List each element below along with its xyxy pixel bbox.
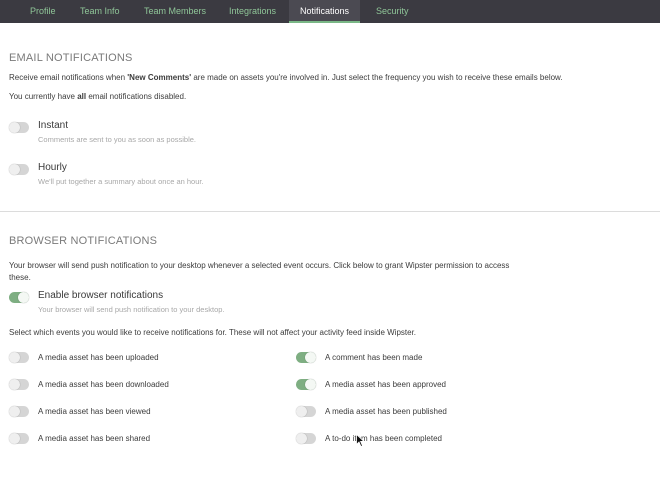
toggle-knob bbox=[9, 164, 20, 175]
instant-toggle[interactable] bbox=[9, 122, 29, 133]
email-notifications-description: Receive email notifications when 'New Co… bbox=[9, 73, 563, 82]
enable-browser-notifications-subtitle: Your browser will send push notification… bbox=[38, 305, 225, 314]
tab-team-info[interactable]: Team Info bbox=[80, 0, 120, 23]
event-viewed-label: A media asset has been viewed bbox=[38, 407, 151, 416]
event-published-label: A media asset has been published bbox=[325, 407, 447, 416]
event-uploaded-toggle[interactable] bbox=[9, 352, 29, 363]
toggle-knob bbox=[305, 352, 316, 363]
event-comment-label: A comment has been made bbox=[325, 353, 423, 362]
instant-option-title: Instant bbox=[38, 120, 69, 131]
event-published-toggle[interactable] bbox=[296, 406, 316, 417]
settings-tab-bar: Profile Team Info Team Members Integrati… bbox=[0, 0, 660, 23]
hourly-toggle[interactable] bbox=[9, 164, 29, 175]
email-status-bold: all bbox=[77, 92, 87, 101]
section-divider bbox=[0, 211, 660, 212]
event-todo-label: A to-do item has been completed bbox=[325, 434, 442, 443]
event-downloaded-toggle[interactable] bbox=[9, 379, 29, 390]
browser-desc-line2: these. bbox=[9, 273, 31, 282]
hourly-option-subtitle: We'll put together a summary about once … bbox=[38, 177, 204, 186]
toggle-knob bbox=[9, 406, 20, 417]
event-approved-label: A media asset has been approved bbox=[325, 380, 446, 389]
event-shared-toggle[interactable] bbox=[9, 433, 29, 444]
enable-browser-notifications-toggle[interactable] bbox=[9, 292, 29, 303]
instant-option-subtitle: Comments are sent to you as soon as poss… bbox=[38, 135, 196, 144]
toggle-knob bbox=[9, 122, 20, 133]
toggle-knob bbox=[9, 379, 20, 390]
event-comment-toggle[interactable] bbox=[296, 352, 316, 363]
event-uploaded-label: A media asset has been uploaded bbox=[38, 353, 159, 362]
event-shared-label: A media asset has been shared bbox=[38, 434, 151, 443]
tab-profile[interactable]: Profile bbox=[30, 0, 56, 23]
email-desc-bold: 'New Comments' bbox=[127, 73, 192, 82]
email-desc-after: are made on assets you're involved in. J… bbox=[191, 73, 563, 82]
event-todo-toggle[interactable] bbox=[296, 433, 316, 444]
tab-security[interactable]: Security bbox=[376, 0, 409, 23]
enable-browser-notifications-title: Enable browser notifications bbox=[38, 290, 164, 301]
hourly-option-title: Hourly bbox=[38, 162, 67, 173]
browser-desc-line1: Your browser will send push notification… bbox=[9, 261, 510, 270]
email-status-after: email notifications disabled. bbox=[86, 92, 187, 101]
event-downloaded-label: A media asset has been downloaded bbox=[38, 380, 169, 389]
email-notifications-status: You currently have all email notificatio… bbox=[9, 92, 186, 101]
browser-notifications-heading: BROWSER NOTIFICATIONS bbox=[9, 235, 158, 247]
toggle-knob bbox=[18, 292, 29, 303]
email-status-before: You currently have bbox=[9, 92, 78, 101]
email-notifications-heading: EMAIL NOTIFICATIONS bbox=[9, 52, 133, 64]
toggle-knob bbox=[305, 379, 316, 390]
mouse-pointer-icon bbox=[356, 434, 365, 447]
toggle-knob bbox=[296, 433, 307, 444]
events-intro: Select which events you would like to re… bbox=[9, 328, 417, 337]
tab-integrations[interactable]: Integrations bbox=[229, 0, 276, 23]
toggle-knob bbox=[9, 352, 20, 363]
tab-notifications[interactable]: Notifications bbox=[289, 0, 361, 23]
email-desc-before: Receive email notifications when bbox=[9, 73, 128, 82]
toggle-knob bbox=[9, 433, 20, 444]
event-viewed-toggle[interactable] bbox=[9, 406, 29, 417]
tab-team-members[interactable]: Team Members bbox=[144, 0, 206, 23]
event-approved-toggle[interactable] bbox=[296, 379, 316, 390]
toggle-knob bbox=[296, 406, 307, 417]
